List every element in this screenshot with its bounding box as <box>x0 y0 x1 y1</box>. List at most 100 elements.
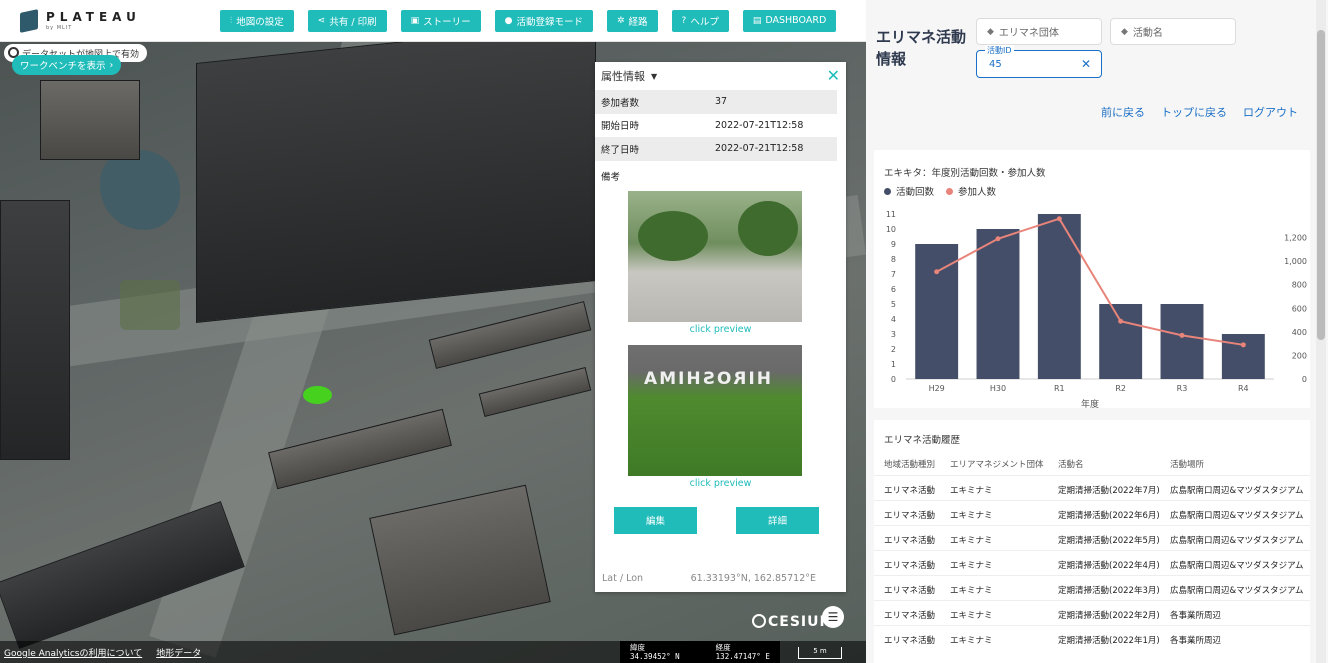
history-header-group: エリアマネジメント団体 <box>950 460 1044 470</box>
history-cell-place: 各事業所周辺 <box>1170 636 1222 646</box>
click-preview-link-2[interactable]: click preview <box>595 478 846 489</box>
analytics-link[interactable]: Google Analyticsの利用について <box>4 646 142 659</box>
story-button[interactable]: ▣ ストーリー <box>400 9 481 32</box>
terrain-data-link[interactable]: 地形データ <box>156 646 201 659</box>
y-tick-label-left: 11 <box>886 210 896 219</box>
back-link[interactable]: 前に戻る <box>1101 104 1145 120</box>
chevron-right-icon: › <box>109 59 114 71</box>
y-tick-label-right: 800 <box>1292 281 1307 290</box>
share-print-button[interactable]: ⋖ 共有 / 印刷 <box>307 9 387 32</box>
panel-scrollbar[interactable] <box>1316 0 1326 663</box>
attribute-panel-header[interactable]: 属性情報 ▼ <box>595 62 846 90</box>
x-tick-label: R2 <box>1115 384 1126 393</box>
map-viewport[interactable]: PLATEAU by MLIT ⫶ 地図の設定 ⋖ 共有 / 印刷 ▣ ストーリ… <box>0 0 866 663</box>
y-tick-label-right: 0 <box>1302 375 1307 384</box>
edit-button[interactable]: 編集 <box>614 506 697 534</box>
activity-id-value: 45 <box>989 59 1002 70</box>
logo-subtext: by MLIT <box>46 24 73 31</box>
top-link[interactable]: トップに戻る <box>1161 104 1227 120</box>
attribute-label: 参加者数 <box>595 90 715 114</box>
detail-button[interactable]: 詳細 <box>736 506 819 534</box>
map-settings-button[interactable]: ⫶ 地図の設定 <box>220 9 294 32</box>
y-tick-label-left: 5 <box>891 300 896 309</box>
table-row: 参加者数 37 <box>595 90 837 114</box>
chart-bar <box>1037 214 1081 379</box>
feedback-button[interactable]: ☰ <box>822 606 844 628</box>
plateau-logo[interactable]: PLATEAU by MLIT <box>20 8 200 33</box>
panel-nav-links: 前に戻る トップに戻る ログアウト <box>1101 104 1298 120</box>
scrollbar-thumb[interactable] <box>1317 30 1325 340</box>
dashboard-button[interactable]: ▤ DASHBOARD <box>742 9 837 32</box>
history-cell-group: エキミナミ <box>950 611 993 621</box>
y-tick-label-right: 200 <box>1292 351 1307 360</box>
close-icon[interactable]: ✕ <box>827 68 840 84</box>
map-water <box>100 150 180 230</box>
activity-name-placeholder: 活動名 <box>1132 28 1163 39</box>
story-label: ストーリー <box>423 16 471 28</box>
map-building <box>40 80 140 160</box>
history-cell-name: 定期清掃活動(2022年2月) <box>1058 611 1160 621</box>
latitude-value: 34.39452° N <box>630 651 680 661</box>
activity-registration-button[interactable]: ● 活動登録モード <box>494 9 593 32</box>
y-tick-label-left: 9 <box>891 240 896 249</box>
table-row[interactable]: エリマネ活動 エキミナミ 定期清掃活動(2022年6月) 広島駅南口周辺&マツダスタジ… <box>874 500 1310 525</box>
y-tick-label-left: 1 <box>891 360 896 369</box>
x-tick-label: R4 <box>1238 384 1249 393</box>
panel-title: エリマネ活動情報 <box>876 28 967 68</box>
route-label: 経路 <box>628 16 648 28</box>
table-row[interactable]: エリマネ活動 エキミナミ 定期清掃活動(2022年4月) 広島駅南口周辺&マツダスタジ… <box>874 550 1310 575</box>
table-row[interactable]: エリマネ活動 エキミナミ 定期清掃活動(2022年5月) 広島駅南口周辺&マツダスタジ… <box>874 525 1310 550</box>
y-tick-label-left: 4 <box>891 315 896 324</box>
history-cell-place: 広島駅南口周辺&マツダスタジアム <box>1170 561 1304 571</box>
activity-name-search-field[interactable]: ◆ 活動名 <box>1110 18 1236 45</box>
activity-photo-2[interactable]: HIROSHIMA <box>628 344 802 476</box>
attribute-panel-title: 属性情報 <box>601 70 645 83</box>
y-tick-label-left: 3 <box>891 330 896 339</box>
table-row[interactable]: エリマネ活動 エキミナミ 定期清掃活動(2022年7月) 広島駅南口周辺&マツダスタジ… <box>874 475 1310 500</box>
route-button[interactable]: ✲ 経路 <box>606 9 658 32</box>
table-row: 終了日時 2022-07-21T12:58 <box>595 137 837 161</box>
activity-history: エリマネ活動履歴 地域活動種別 エリアマネジメント団体 活動名 活動場所 エリマ… <box>874 420 1310 663</box>
activity-marker[interactable] <box>303 386 332 404</box>
help-label: ヘルプ <box>690 16 719 28</box>
lat-lon-row: Lat / Lon 61.33193°N, 162.85712°E <box>602 573 816 584</box>
activity-chart: 0 1 2 3 4 5 6 7 8 9 10 11 0 200 400 600 800 1,000 1,200 H29… <box>886 210 1307 408</box>
help-button[interactable]: ? ヘルプ <box>671 9 729 32</box>
history-header-place: 活動場所 <box>1170 460 1205 470</box>
activity-id-field[interactable]: 活動ID 45 ✕ <box>976 45 1102 78</box>
clear-icon[interactable]: ✕ <box>1081 57 1091 71</box>
group-search-placeholder: エリマネ団体 <box>998 28 1059 39</box>
logout-link[interactable]: ログアウト <box>1243 104 1298 120</box>
workbench-label: ワークベンチを表示 <box>20 61 106 72</box>
logo-text: PLATEAU <box>46 9 141 24</box>
sliders-icon: ⫶ <box>230 15 233 26</box>
y-tick-label-left: 6 <box>891 285 896 294</box>
caret-down-icon: ▼ <box>651 71 658 81</box>
help-icon: ? <box>681 15 687 26</box>
y-tick-label-right: 400 <box>1292 328 1307 337</box>
history-cell-name: 定期清掃活動(2022年6月) <box>1058 511 1160 521</box>
table-row[interactable]: エリマネ活動 エキミナミ 定期清掃活動(2022年3月) 広島駅南口周辺&マツダスタジ… <box>874 575 1310 600</box>
history-cell-group: エキミナミ <box>950 561 993 571</box>
attribute-value: 2022-07-21T12:58 <box>715 119 804 131</box>
map-settings-label: 地図の設定 <box>236 16 284 28</box>
map-building <box>0 200 70 460</box>
table-row[interactable]: エリマネ活動 エキミナミ 定期清掃活動(2022年2月) 各事業所周辺 <box>874 600 1310 625</box>
history-cell-name: 定期清掃活動(2022年3月) <box>1058 586 1160 596</box>
top-nav-buttons: ⫶ 地図の設定 ⋖ 共有 / 印刷 ▣ ストーリー ● 活動登録モード ✲ 経路… <box>220 9 837 32</box>
show-workbench-button[interactable]: ワークベンチを表示 › <box>12 55 122 75</box>
x-tick-label: H30 <box>990 384 1006 393</box>
history-cell-type: エリマネ活動 <box>884 586 936 596</box>
dashboard-label: DASHBOARD <box>765 15 827 26</box>
map-building <box>196 20 596 324</box>
x-tick-label: H29 <box>929 384 945 393</box>
activity-photo-1[interactable] <box>628 190 802 322</box>
activity-registration-label: 活動登録モード <box>516 16 583 28</box>
chart-line-point <box>1118 318 1124 324</box>
table-row[interactable]: エリマネ活動 エキミナミ 定期清掃活動(2022年1月) 各事業所周辺 <box>874 625 1310 650</box>
group-search-field[interactable]: ◆ エリマネ団体 <box>976 18 1102 45</box>
click-preview-link-1[interactable]: click preview <box>595 324 846 335</box>
activity-chart-card: エキキタ：年度別活動回数・参加人数 活動回数 参加人数 0 1 2 3 4 5 6 7 8 9 10… <box>874 150 1310 408</box>
map-building <box>268 408 452 490</box>
chart-bar <box>1099 304 1143 379</box>
